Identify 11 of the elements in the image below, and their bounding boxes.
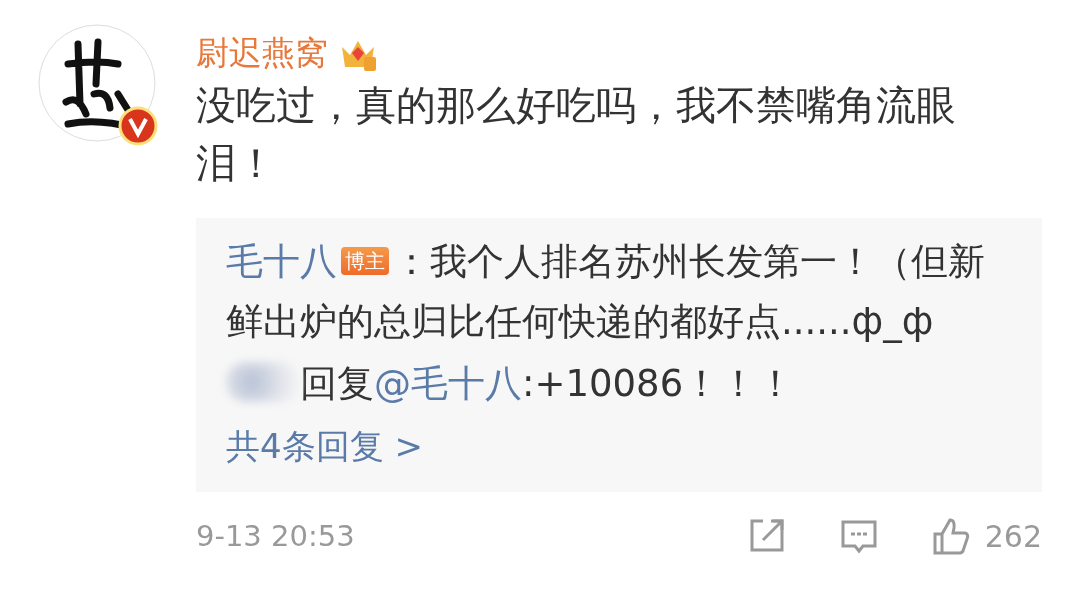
username[interactable]: 尉迟燕窝	[196, 30, 328, 76]
reply-author-link[interactable]: 毛十八	[226, 240, 337, 283]
comment-text: 没吃过，真的那么好吃吗，我不禁嘴角流眼泪！	[196, 81, 957, 188]
reply-text: :+10086！！！	[522, 362, 795, 405]
more-replies-link[interactable]: 共4条回复 >	[226, 416, 423, 476]
timestamp: 9-13 20:53	[196, 519, 356, 553]
reply-comment: 毛十八 博主 ：我个人排名苏州长发第一！（但新鲜出炉的总归比任何快递的都好点......ф_ф	[226, 239, 986, 345]
mention-link[interactable]: @毛十八	[374, 362, 522, 405]
like-button[interactable]: 262	[930, 516, 1042, 556]
blogger-badge: 博主	[341, 247, 389, 275]
reply-verb: 回复	[300, 362, 374, 405]
